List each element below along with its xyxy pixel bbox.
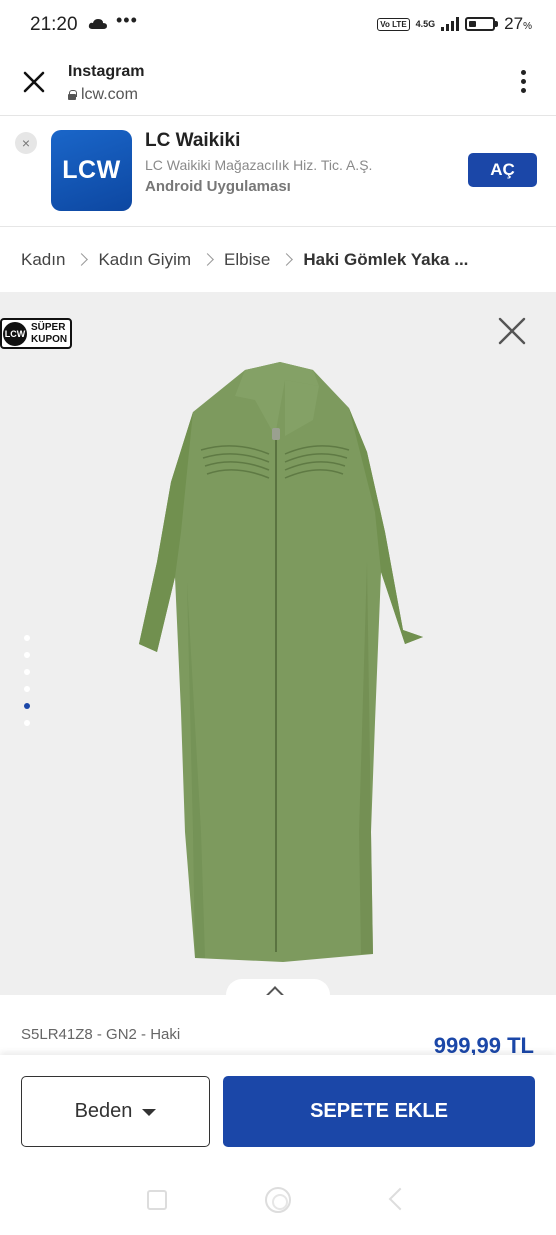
more-options-icon[interactable] [520, 70, 526, 96]
breadcrumb-item-elbise[interactable]: Elbise [224, 250, 270, 270]
app-type: Android Uygulaması [145, 178, 291, 195]
banner-close-button[interactable]: × [15, 132, 37, 154]
home-icon[interactable] [265, 1187, 291, 1213]
battery-percent: 27 [504, 14, 524, 33]
open-app-button[interactable]: AÇ [468, 153, 537, 187]
add-to-cart-button[interactable]: SEPETE EKLE [223, 1076, 535, 1147]
product-sku: S5LR41Z8 - GN2 - Haki [21, 1026, 181, 1043]
caret-down-icon [142, 1109, 157, 1116]
gallery-dot[interactable] [24, 669, 30, 675]
breadcrumb-item-kadin[interactable]: Kadın [21, 250, 65, 270]
signal-icon [441, 17, 460, 31]
status-time: 21:20 [30, 14, 78, 35]
product-image-dress [139, 362, 423, 962]
badge-line-2: KUPON [31, 333, 68, 345]
badge-line-1: SÜPER [31, 321, 66, 333]
chevron-right-icon [280, 253, 294, 266]
gallery-dot[interactable] [24, 635, 30, 641]
lock-icon [68, 90, 77, 100]
app-logo: LCW [51, 130, 132, 211]
size-select-button[interactable]: Beden [21, 1076, 210, 1147]
battery-icon [465, 17, 499, 31]
close-gallery-icon[interactable] [497, 316, 527, 346]
browser-url: lcw.com [68, 86, 138, 104]
chevron-up-icon [265, 986, 285, 995]
close-browser-icon[interactable] [22, 70, 46, 94]
lcw-badge-logo: LCW [3, 321, 27, 346]
system-navigation-bar [0, 1165, 556, 1235]
browser-bar: Instagram lcw.com [0, 50, 556, 116]
product-image-gallery[interactable]: LCW SÜPER KUPON [0, 292, 556, 995]
expand-details-handle[interactable] [226, 979, 330, 995]
size-select-label: Beden [74, 1100, 133, 1122]
status-bar: 21:20 ••• Vo LTE 4.5G 27% [0, 0, 556, 50]
app-publisher: LC Waikiki Mağazacılık Hiz. Tic. A.Ş. [145, 157, 373, 173]
breadcrumb: Kadın Kadın Giyim Elbise Haki Gömlek Yak… [0, 228, 556, 291]
cloud-icon [88, 19, 107, 29]
chevron-right-icon [201, 253, 214, 266]
gallery-dot[interactable] [24, 652, 30, 658]
volte-icon: Vo LTE [377, 17, 410, 31]
chevron-right-icon [75, 253, 89, 266]
gallery-dot[interactable] [24, 686, 30, 692]
gallery-dot[interactable] [24, 703, 30, 709]
network-type: 4.5G [415, 18, 436, 29]
breadcrumb-item-kadin-giyim[interactable]: Kadın Giyim [98, 250, 191, 270]
breadcrumb-current: Haki Gömlek Yaka ... [303, 249, 469, 269]
more-notifications-icon: ••• [116, 10, 138, 30]
gallery-dot[interactable] [24, 720, 30, 726]
app-install-banner: × LCW LC Waikiki LC Waikiki Mağazacılık … [0, 117, 556, 227]
super-coupon-badge: LCW SÜPER KUPON [0, 318, 72, 349]
url-text: lcw.com [81, 86, 138, 103]
gallery-pagination [24, 635, 32, 737]
battery-unit: % [523, 21, 532, 32]
app-name: LC Waikiki [145, 130, 241, 151]
browser-title: Instagram [68, 63, 145, 80]
back-icon[interactable] [388, 1187, 412, 1211]
product-info: S5LR41Z8 - GN2 - Haki 999,99 TL [0, 995, 556, 1058]
recent-apps-icon[interactable] [147, 1190, 167, 1210]
bottom-action-bar: Beden SEPETE EKLE [0, 1055, 556, 1165]
